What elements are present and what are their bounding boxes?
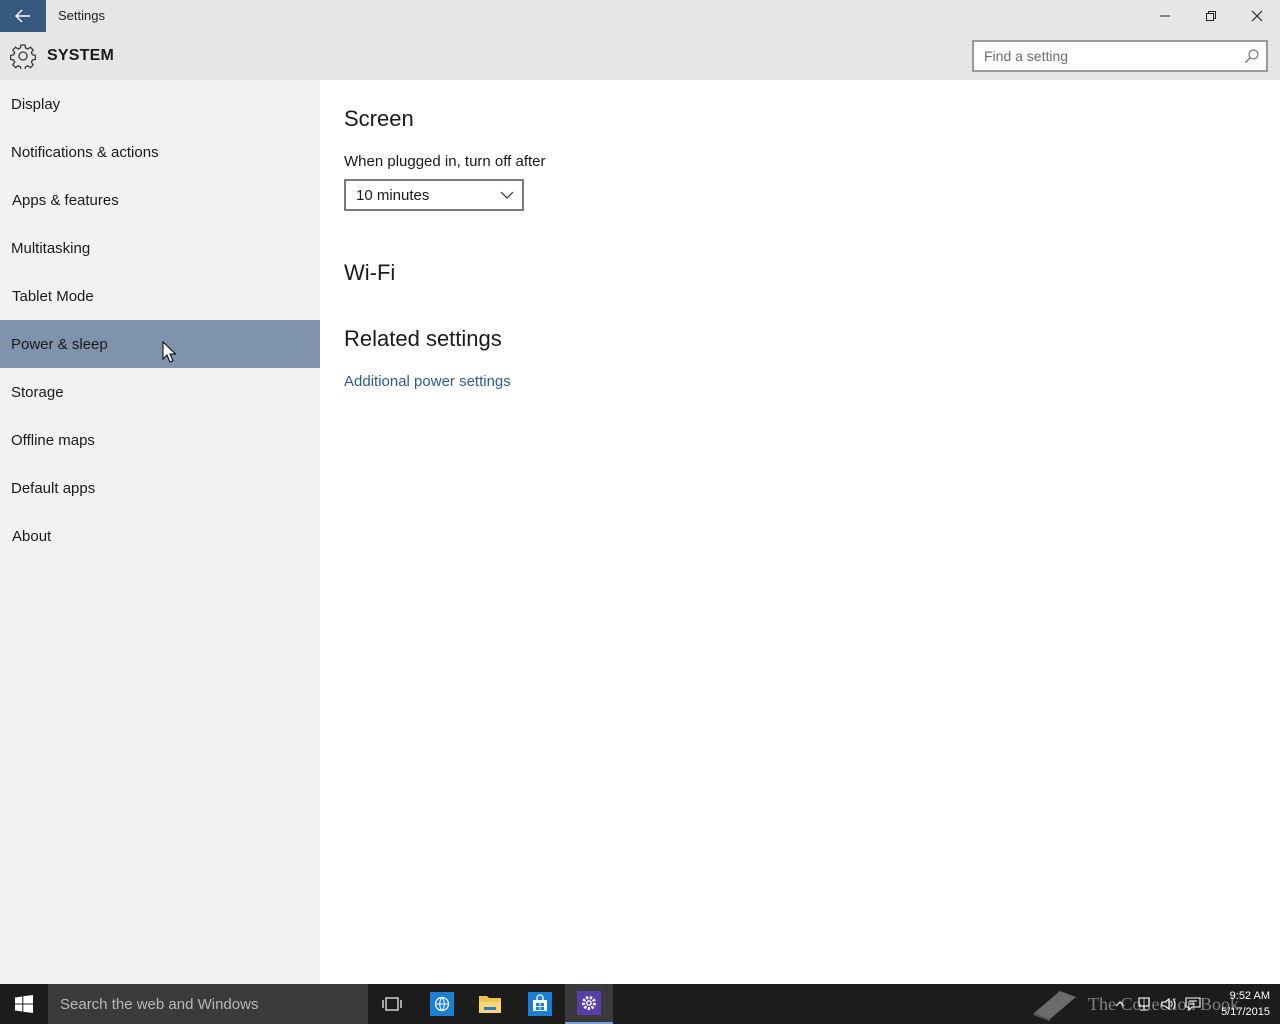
sidebar-item-notifications[interactable]: Notifications & actions	[0, 128, 320, 176]
section-title: SYSTEM	[47, 47, 114, 64]
mouse-cursor-icon	[162, 341, 176, 363]
settings-icon	[577, 991, 601, 1015]
internet-explorer-button[interactable]	[418, 984, 466, 1024]
sidebar-item-display[interactable]: Display	[0, 80, 320, 128]
task-view-icon	[382, 997, 402, 1011]
search-icon[interactable]	[1244, 48, 1260, 64]
related-settings-heading: Related settings	[344, 326, 502, 351]
sidebar-item-multitasking[interactable]: Multitasking	[0, 224, 320, 272]
internet-explorer-icon	[430, 992, 454, 1016]
back-button[interactable]	[0, 0, 46, 32]
minimize-icon	[1160, 15, 1170, 17]
store-icon	[528, 992, 552, 1016]
start-button[interactable]	[0, 984, 48, 1024]
volume-icon[interactable]	[1160, 996, 1176, 1012]
screen-timeout-dropdown[interactable]: 10 minutes	[344, 179, 524, 211]
screen-heading: Screen	[344, 106, 414, 131]
task-view-button[interactable]	[368, 984, 416, 1024]
settings-header: SYSTEM	[0, 32, 1280, 80]
clock-time: 9:52 AM	[1229, 990, 1270, 1002]
chevron-down-icon	[500, 191, 514, 199]
title-bar: Settings	[0, 0, 1280, 32]
dropdown-value: 10 minutes	[356, 186, 430, 204]
wifi-heading: Wi-Fi	[344, 260, 396, 285]
book-icon	[1033, 991, 1076, 1021]
window-title: Settings	[58, 8, 105, 23]
network-icon[interactable]	[1136, 996, 1152, 1012]
settings-window: Settings SYSTEM Find a setting Display N…	[0, 0, 1280, 984]
clock-date: 5/17/2015	[1221, 1006, 1270, 1018]
main-content: Screen When plugged in, turn off after 1…	[320, 80, 1280, 984]
sidebar-item-tablet-mode[interactable]: Tablet Mode	[0, 272, 320, 320]
action-center-icon[interactable]	[1185, 996, 1201, 1012]
restore-icon	[1206, 11, 1216, 21]
file-explorer-icon	[479, 996, 501, 1013]
plugged-in-label: When plugged in, turn off after	[344, 153, 546, 170]
search-box[interactable]	[972, 40, 1268, 72]
minimize-button[interactable]	[1142, 0, 1188, 32]
system-clock[interactable]: 9:52 AM 5/17/2015	[1208, 988, 1270, 1020]
back-arrow-icon	[15, 9, 30, 23]
windows-logo-icon	[15, 995, 33, 1013]
additional-power-settings-link[interactable]: Additional power settings	[344, 373, 511, 390]
close-icon	[1251, 10, 1263, 22]
close-button[interactable]	[1234, 0, 1280, 32]
sidebar-item-about[interactable]: About	[0, 512, 320, 560]
settings-taskbar-button[interactable]	[565, 984, 613, 1024]
sidebar-item-storage[interactable]: Storage	[0, 368, 320, 416]
taskbar-search[interactable]: Search the web and Windows	[48, 984, 368, 1024]
sidebar-item-offline-maps[interactable]: Offline maps	[0, 416, 320, 464]
sidebar-nav: Display Notifications & actions Apps & f…	[0, 80, 320, 984]
sidebar-item-default-apps[interactable]: Default apps	[0, 464, 320, 512]
restore-button[interactable]	[1188, 0, 1234, 32]
file-explorer-button[interactable]	[466, 984, 514, 1024]
gear-icon	[10, 44, 36, 69]
store-button[interactable]	[516, 984, 564, 1024]
sidebar-item-power-sleep[interactable]: Power & sleep	[0, 320, 320, 368]
sidebar-item-apps-features[interactable]: Apps & features	[0, 176, 320, 224]
taskbar: Search the web and Windows The Collectio…	[0, 984, 1280, 1024]
search-input[interactable]	[974, 42, 1234, 70]
show-hidden-icons-icon[interactable]	[1112, 996, 1128, 1012]
